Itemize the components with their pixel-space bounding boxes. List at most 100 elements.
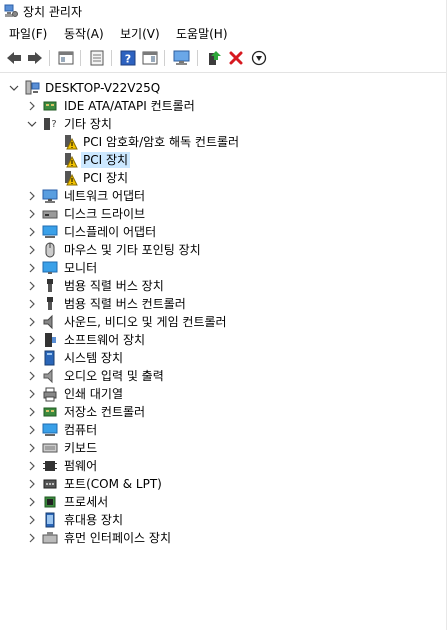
chevron-right-icon[interactable] xyxy=(26,406,38,418)
tree-item-label: PCI 암호화/암호 해독 컨트롤러 xyxy=(83,135,240,149)
tree-item-category[interactable]: 저장소 컨트롤러 xyxy=(0,403,447,421)
toolbar: ? xyxy=(0,44,447,73)
unknown-device-icon: ? xyxy=(44,118,57,130)
tree-item-label: 프로세서 xyxy=(64,495,109,509)
chevron-right-icon[interactable] xyxy=(26,460,38,472)
chevron-right-icon[interactable] xyxy=(26,262,38,274)
disable-icon xyxy=(251,50,267,66)
update-driver-button[interactable] xyxy=(204,48,224,68)
chevron-right-icon[interactable] xyxy=(26,496,38,508)
chevron-right-icon[interactable] xyxy=(26,100,38,112)
tree-item-category[interactable]: 네트워크 어댑터 xyxy=(0,187,447,205)
tree-item-label: 사운드, 비디오 및 게임 컨트롤러 xyxy=(64,315,227,329)
tree-item-label: 컴퓨터 xyxy=(64,423,98,437)
tree-item-label: IDE ATA/ATAPI 컨트롤러 xyxy=(64,99,195,113)
chevron-right-icon[interactable] xyxy=(26,244,38,256)
tree-item-label: 휴먼 인터페이스 장치 xyxy=(64,531,171,545)
chevron-right-icon[interactable] xyxy=(26,478,38,490)
chevron-right-icon[interactable] xyxy=(26,442,38,454)
tree-item-category[interactable]: 시스템 장치 xyxy=(0,349,447,367)
title-bar: 장치 관리자 xyxy=(0,0,447,22)
tree-item-pci-device[interactable]: PCI 장치 xyxy=(0,169,447,187)
tree-item-label: 휴대용 장치 xyxy=(64,513,124,527)
back-button[interactable] xyxy=(4,48,24,68)
properties-button[interactable] xyxy=(87,48,107,68)
chevron-down-icon[interactable] xyxy=(26,118,38,130)
print-queue-icon xyxy=(43,387,57,402)
menu-help[interactable]: 도움말(H) xyxy=(176,25,228,42)
processor-icon xyxy=(44,496,56,508)
scan-hardware-button[interactable] xyxy=(172,48,192,68)
tree-item-category[interactable]: 범용 직렬 버스 장치 xyxy=(0,277,447,295)
uninstall-button[interactable] xyxy=(226,48,246,68)
tree-item-category[interactable]: 펌웨어 xyxy=(0,457,447,475)
tree-item-category[interactable]: 범용 직렬 버스 컨트롤러 xyxy=(0,295,447,313)
menu-file[interactable]: 파일(F) xyxy=(9,25,47,42)
chevron-right-icon[interactable] xyxy=(26,226,38,238)
tree-item-label: 오디오 입력 및 출력 xyxy=(64,369,164,383)
sound-icon xyxy=(43,314,53,330)
menu-view[interactable]: 보기(V) xyxy=(120,25,160,42)
tree-item-category[interactable]: 휴대용 장치 xyxy=(0,511,447,529)
chevron-down-icon[interactable] xyxy=(8,82,20,94)
tree-root-label: DESKTOP-V22V25Q xyxy=(45,81,161,95)
storage-controller-icon xyxy=(43,407,57,417)
chevron-right-icon[interactable] xyxy=(26,370,38,382)
window-title: 장치 관리자 xyxy=(23,5,83,19)
tree-item-ide[interactable]: IDE ATA/ATAPI 컨트롤러 xyxy=(0,97,447,115)
chevron-right-icon[interactable] xyxy=(26,208,38,220)
chevron-right-icon[interactable] xyxy=(26,280,38,292)
forward-button[interactable] xyxy=(25,48,45,68)
tree-item-label-selected: PCI 장치 xyxy=(81,152,131,168)
chevron-right-icon[interactable] xyxy=(26,388,38,400)
usb-device-icon xyxy=(47,279,53,292)
monitor-icon xyxy=(42,261,58,274)
portable-device-icon xyxy=(45,512,55,528)
tree-item-label: 디스크 드라이브 xyxy=(64,207,146,221)
tree-item-label: 모니터 xyxy=(64,261,98,275)
tree-root[interactable]: DESKTOP-V22V25Q xyxy=(0,79,447,97)
network-adapter-icon xyxy=(42,189,58,203)
chevron-right-icon[interactable] xyxy=(26,190,38,202)
tree-item-category[interactable]: 오디오 입력 및 출력 xyxy=(0,367,447,385)
tree-item-category[interactable]: 디스크 드라이브 xyxy=(0,205,447,223)
tree-item-category[interactable]: 컴퓨터 xyxy=(0,421,447,439)
port-icon xyxy=(43,479,57,489)
computer-icon xyxy=(42,423,58,436)
tree-item-label: 마우스 및 기타 포인팅 장치 xyxy=(64,243,201,257)
chevron-right-icon[interactable] xyxy=(26,424,38,436)
uninstall-icon xyxy=(229,51,243,65)
tree-item-category[interactable]: 프로세서 xyxy=(0,493,447,511)
tree-item-label: 디스플레이 어댑터 xyxy=(64,225,157,239)
tree-item-category[interactable]: 소프트웨어 장치 xyxy=(0,331,447,349)
tree-item-category[interactable]: 디스플레이 어댑터 xyxy=(0,223,447,241)
ide-controller-icon xyxy=(43,101,57,111)
disable-button[interactable] xyxy=(249,48,269,68)
chevron-right-icon[interactable] xyxy=(26,352,38,364)
chevron-right-icon[interactable] xyxy=(26,316,38,328)
tree-item-category[interactable]: 마우스 및 기타 포인팅 장치 xyxy=(0,241,447,259)
tree-item-category[interactable]: 모니터 xyxy=(0,259,447,277)
tree-item-category[interactable]: 키보드 xyxy=(0,439,447,457)
usb-controller-icon xyxy=(47,297,53,310)
chevron-right-icon[interactable] xyxy=(26,514,38,526)
chevron-right-icon[interactable] xyxy=(26,532,38,544)
chevron-right-icon[interactable] xyxy=(26,334,38,346)
tree-item-category[interactable]: 인쇄 대기열 xyxy=(0,385,447,403)
tree-item-category[interactable]: 사운드, 비디오 및 게임 컨트롤러 xyxy=(0,313,447,331)
tree-item-pci-device[interactable]: PCI 장치 xyxy=(0,151,447,169)
tree-item-pci-crypto[interactable]: PCI 암호화/암호 해독 컨트롤러 xyxy=(0,133,447,151)
tree-item-category[interactable]: 휴먼 인터페이스 장치 xyxy=(0,529,447,547)
scan-hardware-icon xyxy=(173,50,190,65)
chevron-right-icon[interactable] xyxy=(26,298,38,310)
action-pane-button[interactable] xyxy=(140,48,160,68)
help-button[interactable]: ? xyxy=(118,48,138,68)
tree-item-label: PCI 장치 xyxy=(83,171,129,185)
tree-item-other-devices[interactable]: ? 기타 장치 xyxy=(0,115,447,133)
tree-item-category[interactable]: 포트(COM & LPT) xyxy=(0,475,447,493)
properties-pane-button[interactable] xyxy=(56,48,76,68)
menu-action[interactable]: 동작(A) xyxy=(64,25,104,42)
warning-device-icon xyxy=(65,135,78,150)
computer-icon xyxy=(25,80,40,95)
firmware-icon xyxy=(43,461,57,471)
